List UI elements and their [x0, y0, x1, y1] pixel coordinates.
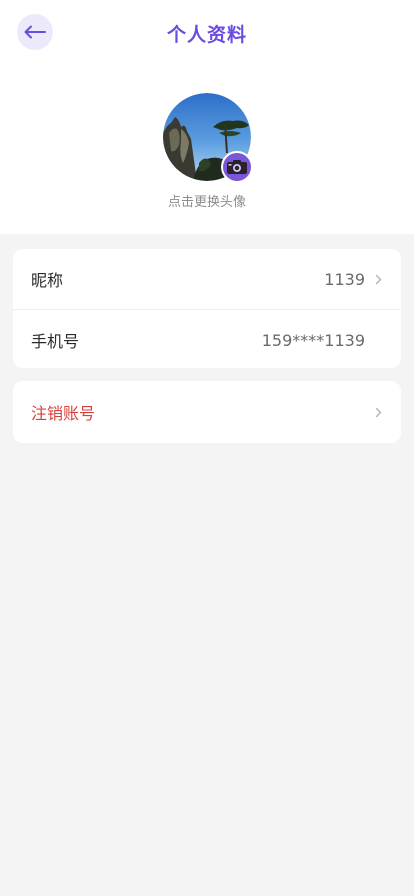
page-title: 个人资料: [166, 24, 247, 46]
chevron-right-icon: [373, 407, 383, 418]
nickname-value: 1139: [324, 269, 365, 289]
deactivate-account-row[interactable]: 注销账号: [13, 381, 401, 443]
camera-icon: [227, 160, 247, 174]
phone-row: 手机号 159****1139: [13, 310, 401, 370]
deactivate-account-label: 注销账号: [31, 404, 96, 423]
phone-label: 手机号: [31, 332, 80, 351]
nickname-row[interactable]: 昵称 1139: [13, 249, 401, 310]
account-card: 注销账号: [13, 381, 401, 443]
chevron-right-icon: [373, 274, 383, 285]
camera-badge[interactable]: [221, 151, 253, 183]
profile-info-card: 昵称 1139 手机号 159****1139: [13, 249, 401, 368]
avatar-hint: 点击更换头像: [167, 195, 246, 210]
phone-value: 159****1139: [261, 330, 365, 350]
navigation-bar: 个人资料: [0, 0, 414, 66]
profile-header-section: 个人资料 点击更换头像: [0, 0, 414, 234]
nickname-label: 昵称: [31, 271, 64, 290]
avatar-button[interactable]: [163, 93, 253, 183]
